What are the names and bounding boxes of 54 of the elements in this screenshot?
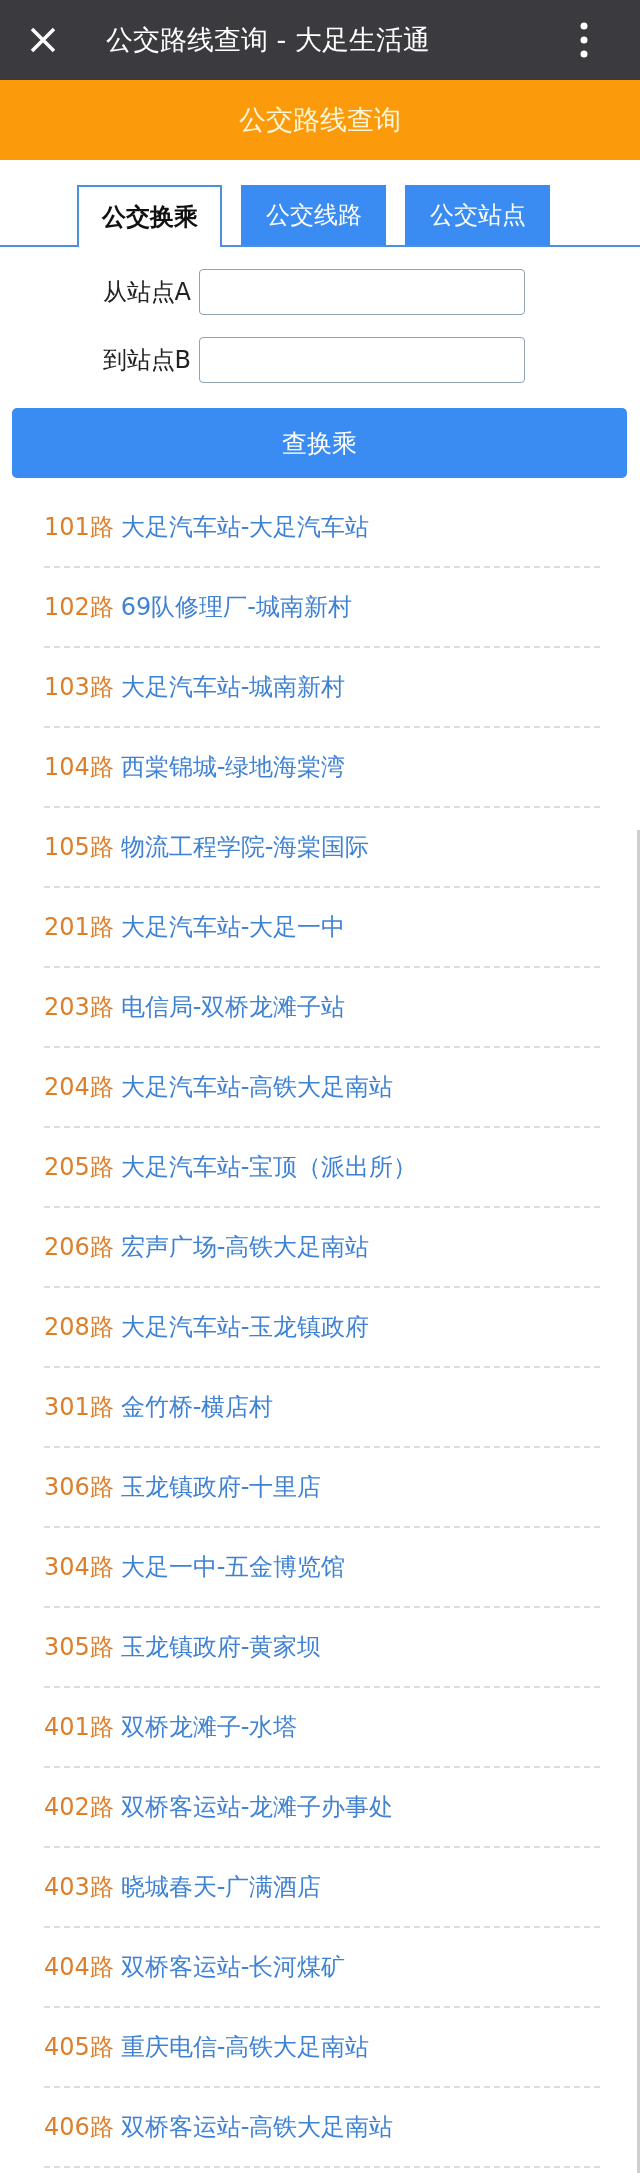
route-link[interactable]: 金竹桥-横店村 <box>120 1391 274 1423</box>
route-number: 304路 <box>44 1552 114 1583</box>
route-link[interactable]: 晓城春天-广满酒店 <box>120 1871 322 1903</box>
page-header: 公交路线查询 <box>0 80 640 160</box>
route-link[interactable]: 物流工程学院-海棠国际 <box>120 831 370 863</box>
route-link[interactable]: 大足汽车站-玉龙镇政府 <box>120 1311 370 1343</box>
route-link[interactable]: 电信局-双桥龙滩子站 <box>120 991 346 1023</box>
input-field[interactable] <box>199 269 525 315</box>
route-number: 206路 <box>44 1232 114 1263</box>
field-label: 从站点A <box>101 277 192 308</box>
route-link[interactable]: 宏声广场-高铁大足南站 <box>120 1231 370 1263</box>
route-number: 306路 <box>44 1472 114 1503</box>
route-number: 402路 <box>44 1792 114 1823</box>
route-number: 203路 <box>44 992 114 1023</box>
route-link[interactable]: 大足汽车站-城南新村 <box>120 671 346 703</box>
route-link[interactable]: 双桥客运站-高铁大足南站 <box>120 2111 394 2143</box>
route-number: 201路 <box>44 912 114 943</box>
tab[interactable]: 公交换乘 <box>77 185 222 247</box>
tab[interactable]: 公交线路 <box>241 185 386 245</box>
tab[interactable]: 公交站点 <box>405 185 550 245</box>
more-icon[interactable] <box>580 22 588 58</box>
route-number: 404路 <box>44 1952 114 1983</box>
route-link[interactable]: 大足汽车站-高铁大足南站 <box>120 1071 394 1103</box>
route-link[interactable]: 重庆电信-高铁大足南站 <box>120 2031 370 2063</box>
route-number: 403路 <box>44 1872 114 1903</box>
route-number: 406路 <box>44 2112 114 2143</box>
route-link[interactable]: 双桥龙滩子-水塔 <box>120 1711 298 1743</box>
route-number: 101路 <box>44 512 114 543</box>
route-link[interactable]: 69队修理厂-城南新村 <box>120 591 352 623</box>
route-number: 401路 <box>44 1712 114 1743</box>
route-link[interactable]: 大足汽车站-大足汽车站 <box>120 511 370 543</box>
field-label: 到站点B <box>101 345 192 376</box>
route-link[interactable]: 双桥客运站-龙滩子办事处 <box>120 1791 394 1823</box>
route-link[interactable]: 玉龙镇政府-十里店 <box>120 1471 322 1503</box>
route-link[interactable]: 玉龙镇政府-黄家坝 <box>120 1631 322 1663</box>
route-number: 405路 <box>44 2032 114 2063</box>
route-number: 103路 <box>44 672 114 703</box>
close-icon[interactable] <box>30 27 56 53</box>
search-button[interactable]: 查换乘 <box>12 408 627 478</box>
route-number: 301路 <box>44 1392 114 1423</box>
route-link[interactable]: 大足一中-五金博览馆 <box>120 1551 346 1583</box>
route-number: 102路 <box>44 592 114 623</box>
route-number: 305路 <box>44 1632 114 1663</box>
route-number: 104路 <box>44 752 114 783</box>
route-number: 208路 <box>44 1312 114 1343</box>
route-link[interactable]: 大足汽车站-大足一中 <box>120 911 346 943</box>
route-link[interactable]: 大足汽车站-宝顶（派出所） <box>120 1151 418 1183</box>
route-number: 205路 <box>44 1152 114 1183</box>
input-field[interactable] <box>199 337 525 383</box>
route-link[interactable]: 西棠锦城-绿地海棠湾 <box>120 751 346 783</box>
route-link[interactable]: 双桥客运站-长河煤矿 <box>120 1951 346 1983</box>
route-number: 105路 <box>44 832 114 863</box>
window-title: 公交路线查询 - 大足生活通 <box>106 23 431 57</box>
route-number: 204路 <box>44 1072 114 1103</box>
